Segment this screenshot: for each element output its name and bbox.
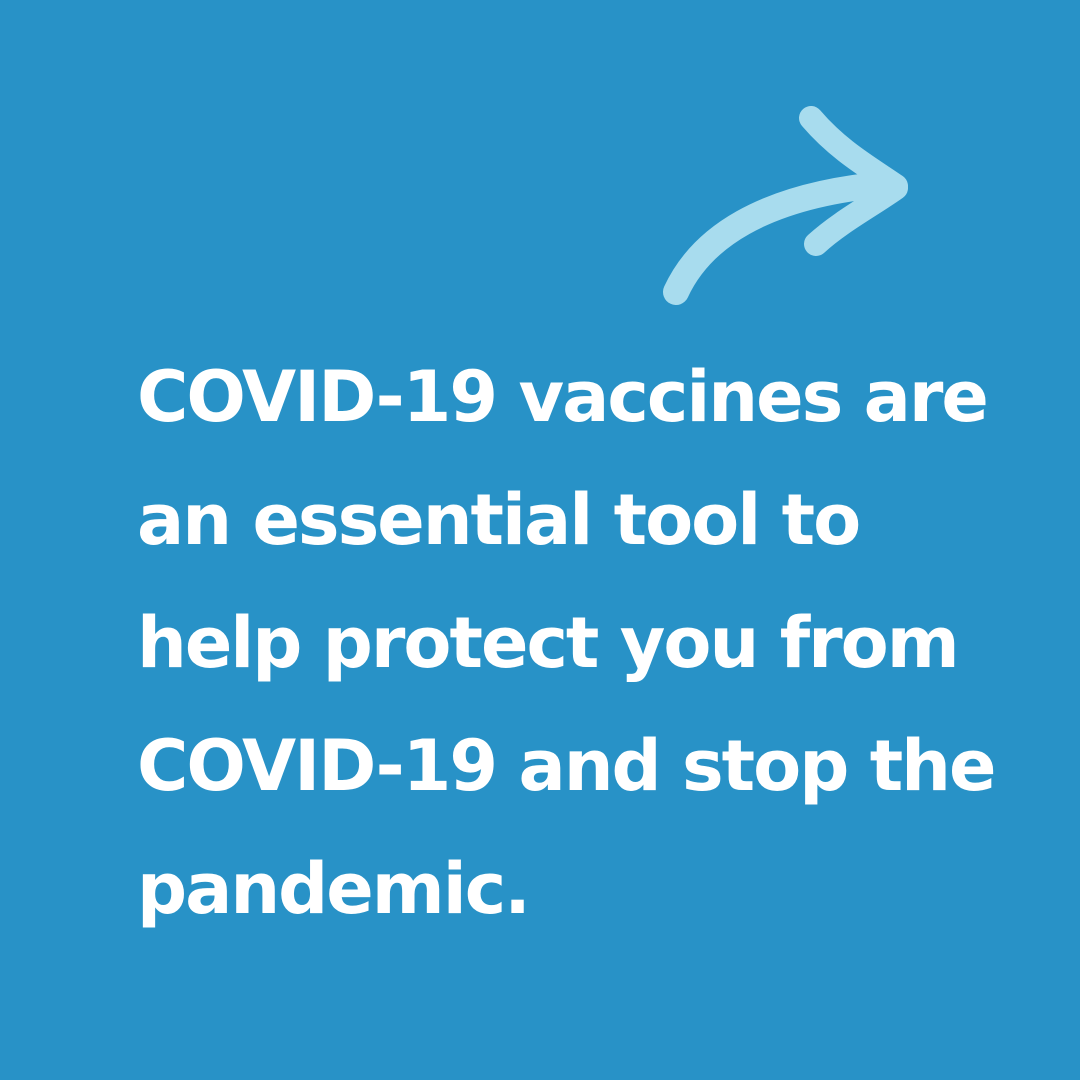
- arrow-up-right-icon: [663, 106, 908, 305]
- message-line-3: help protect you from: [137, 602, 960, 684]
- message-line-4: COVID-19 and stop the: [137, 725, 996, 807]
- graphic-canvas: COVID-19 vaccines are an essential tool …: [0, 0, 1080, 1080]
- message-line-1: COVID-19 vaccines are: [137, 356, 989, 438]
- message-line-2: an essential tool to: [137, 479, 861, 561]
- message-line-5: pandemic.: [137, 848, 531, 930]
- vaccine-message: COVID-19 vaccines are an essential tool …: [137, 336, 997, 951]
